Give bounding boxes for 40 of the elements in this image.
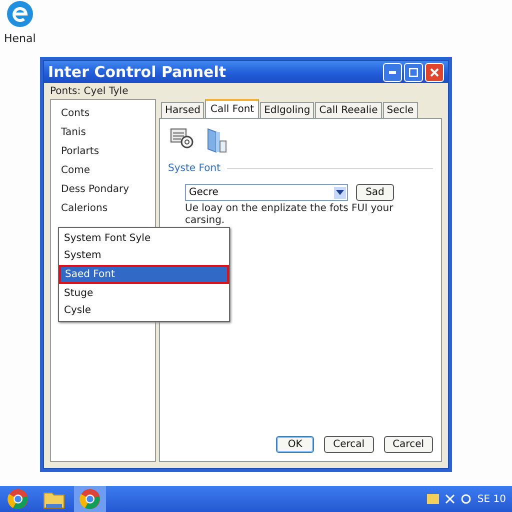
- browser-icon[interactable]: [6, 0, 34, 28]
- tab[interactable]: Harsed: [161, 102, 204, 118]
- tab[interactable]: Call Reealie: [315, 102, 382, 118]
- menu-item[interactable]: System: [59, 247, 229, 264]
- dialog-button[interactable]: OK: [276, 436, 314, 453]
- sidebar-item[interactable]: Conts: [61, 108, 155, 121]
- section-title: Syste Font: [168, 163, 220, 174]
- book-icon: [206, 127, 228, 153]
- window-subtitle: Ponts: Cyel Tyle: [49, 85, 130, 99]
- font-dropdown[interactable]: Gecre: [185, 184, 348, 201]
- taskbar-button[interactable]: [74, 486, 106, 512]
- dialog-button[interactable]: Carcel: [384, 436, 433, 453]
- tab[interactable]: Secle: [382, 102, 418, 118]
- sidebar-item[interactable]: Tanis: [61, 127, 155, 140]
- browser-icon: [79, 488, 101, 510]
- browser-icon: [7, 488, 29, 510]
- description-text: Ue loay on the enplizate the fots FUI your carsing.: [184, 203, 394, 227]
- sidebar-item[interactable]: Dess Pondary: [61, 184, 155, 197]
- sidebar-item[interactable]: Calerions: [61, 203, 155, 216]
- maximize-button[interactable]: [404, 62, 423, 82]
- sidebar-item[interactable]: Porlarts: [61, 146, 155, 159]
- minimize-button[interactable]: [383, 62, 402, 82]
- maximize-icon: [409, 68, 418, 76]
- caret-icon: [336, 190, 344, 195]
- close-icon: [430, 68, 439, 76]
- menu-item[interactable]: Stuge: [59, 285, 229, 302]
- dialog-button[interactable]: Cercal: [324, 436, 374, 453]
- tab[interactable]: Call Font: [205, 99, 260, 118]
- font-settings-icon: [170, 127, 194, 149]
- apply-button[interactable]: Sad: [356, 184, 394, 201]
- tab[interactable]: Edlgoling: [260, 102, 314, 118]
- minimize-icon: [389, 70, 396, 74]
- menu-item[interactable]: Cysle: [59, 302, 229, 319]
- menu-item[interactable]: Saed Font: [59, 265, 229, 284]
- desktop-icon-label: Henal: [4, 32, 36, 45]
- sidebar-item[interactable]: Come: [61, 165, 155, 178]
- close-button[interactable]: [425, 62, 444, 82]
- window-title: Inter Control Pannelt: [48, 63, 226, 81]
- menu-item[interactable]: System Font Syle: [59, 230, 229, 247]
- clock: SE 10: [477, 494, 506, 504]
